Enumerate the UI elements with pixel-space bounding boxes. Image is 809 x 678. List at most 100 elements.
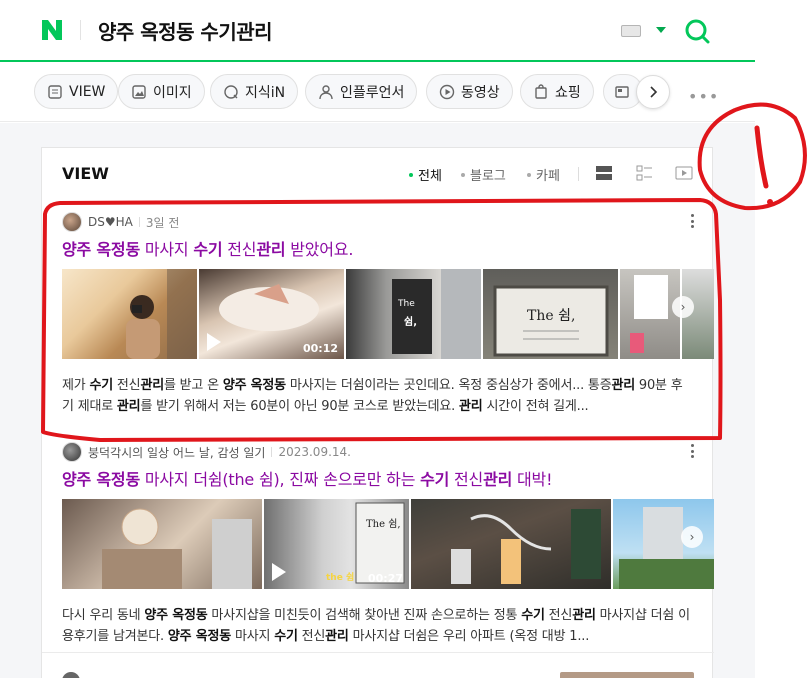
thumbnail-strip: The 쉼, the 쉼 00:27 [62, 499, 714, 589]
snippet-fragment: 제가 [62, 378, 90, 393]
more-options-icon[interactable] [690, 214, 694, 228]
title-fragment: 대박! [512, 470, 553, 489]
title-fragment: 양주 옥정동 [62, 240, 140, 259]
section-title: VIEW [62, 164, 109, 183]
naver-logo-icon[interactable] [40, 18, 64, 42]
snippet-fragment: 전신 [112, 378, 141, 393]
filter-label: 전체 [418, 169, 442, 184]
product-photo-icon [451, 509, 601, 584]
video-thumbnail[interactable]: The 쉼, the 쉼 00:27 [264, 499, 409, 589]
tab-label: 인플루언서 [340, 84, 405, 101]
shopping-bag-icon [535, 83, 547, 99]
filter-blog[interactable]: 블로그 [461, 165, 506, 184]
list-view-icon[interactable] [635, 164, 653, 182]
play-icon [439, 84, 455, 99]
search-header: 양주 옥정동 수기관리 [0, 0, 755, 62]
chevron-right-icon [650, 86, 658, 98]
filter-label: 카페 [536, 169, 560, 184]
avatar[interactable] [62, 672, 80, 678]
snippet-fragment: 시간이 전혀 길게... [482, 399, 589, 414]
thumbnail-strip: 00:12 The 쉼, The 쉼, [62, 269, 714, 359]
play-icon [272, 563, 286, 581]
post-title-link[interactable]: 양주 옥정동 마사지 더쉼(the 쉼), 진짜 손으로만 하는 수기 전신관리… [62, 466, 552, 490]
snippet-fragment: 마사지 [231, 629, 275, 644]
avatar[interactable] [62, 442, 82, 462]
filter-divider [578, 167, 579, 181]
snippet-fragment: 수기 [89, 378, 113, 393]
view-section-card: VIEW 전체 블로그 카페 DS♥HA 3일 전 양주 옥정동 마사지 수기 … [41, 147, 714, 678]
snippet-fragment: 양주 옥정동 [167, 629, 232, 644]
thumbnail-next-icon[interactable]: › [672, 296, 694, 318]
thumbnail-image[interactable] [62, 499, 262, 589]
filter-cafe[interactable]: 카페 [527, 165, 560, 184]
author-name[interactable]: DS♥HA [88, 215, 133, 229]
avatar[interactable] [62, 212, 82, 232]
more-tabs-icon[interactable]: ••• [688, 87, 719, 106]
search-icon[interactable] [684, 18, 710, 44]
menu-photo-icon [630, 275, 668, 353]
snippet-fragment: 다시 우리 동네 [62, 608, 145, 623]
post-item[interactable]: DS♥HA 3일 전 양주 옥정동 마사지 수기 전신관리 받았어요. 00:1… [62, 212, 714, 427]
tab-knowledge[interactable]: 지식iN [210, 74, 299, 109]
thumbnail-image[interactable] [620, 269, 680, 359]
view-icon [48, 84, 62, 99]
chevron-down-icon[interactable] [656, 27, 666, 33]
title-fragment: 전신 [222, 240, 257, 259]
tab-video[interactable]: 동영상 [426, 74, 513, 109]
tab-label: 지식iN [245, 84, 286, 101]
news-icon [615, 85, 629, 98]
exclamation-dot-annotation [767, 199, 773, 205]
post-time: 2023.09.14. [278, 445, 351, 459]
sign-text: The 쉼, [366, 519, 401, 530]
title-fragment: 마사지 더쉼(the 쉼), 진짜 손으로만 하는 [139, 470, 421, 489]
more-options-icon[interactable] [690, 444, 694, 458]
video-view-icon[interactable] [675, 164, 693, 182]
thumbnail-image[interactable]: The 쉼, [346, 269, 481, 359]
person-icon [319, 84, 333, 99]
video-duration: 00:12 [302, 342, 338, 355]
tab-label: VIEW [69, 83, 106, 100]
snippet-fragment: 관리 [459, 399, 483, 414]
keyboard-icon[interactable] [621, 25, 641, 37]
title-fragment: 관리 [483, 470, 513, 489]
snippet-fragment: 수기 [521, 608, 545, 623]
author-name[interactable]: 붕덕각시의 일상 어느 날, 감성 일기 [88, 444, 265, 461]
filter-all[interactable]: 전체 [409, 165, 442, 184]
post-time: 3일 전 [145, 215, 180, 230]
header-divider [80, 20, 81, 40]
tab-shopping[interactable]: 쇼핑 [520, 74, 594, 109]
search-tab-bar: VIEW 이미지 지식iN 인플루언서 동영상 쇼핑 ••• [0, 64, 755, 122]
board-text: The 쉼, [527, 308, 576, 324]
snippet-fragment: 전신 [544, 608, 573, 623]
sign-text: The [398, 299, 415, 309]
thumbnail-image[interactable] [411, 499, 611, 589]
tab-label: 동영상 [461, 84, 500, 101]
snippet-fragment: 마사지샵 더쉼은 우리 아파트 (옥정 대방 1... [348, 629, 590, 644]
tabs-next-button[interactable] [636, 75, 670, 109]
post-snippet[interactable]: 다시 우리 동네 양주 옥정동 마사지샵을 미친듯이 검색해 찾아낸 진짜 손으… [62, 605, 694, 647]
tab-influencer[interactable]: 인플루언서 [305, 74, 418, 109]
meta-divider [138, 217, 140, 227]
tab-view[interactable]: VIEW [34, 74, 119, 109]
video-caption: the 쉼 [326, 573, 355, 583]
title-fragment: 수기 [193, 240, 223, 259]
post-snippet[interactable]: 제가 수기 전신관리를 받고 온 양주 옥정동 마사지는 더쉼이라는 곳인데요.… [62, 375, 694, 417]
snippet-fragment: 를 받고 온 [163, 378, 223, 393]
title-fragment: 마사지 [139, 240, 194, 259]
post-title-link[interactable]: 양주 옥정동 마사지 수기 전신관리 받았어요. [62, 236, 353, 260]
thumbnail-image[interactable]: The 쉼, [483, 269, 618, 359]
thumbnail-next-icon[interactable]: › [681, 526, 703, 548]
search-query-text[interactable]: 양주 옥정동 수기관리 [98, 16, 273, 45]
snippet-fragment: 관리 [140, 378, 164, 393]
post-item[interactable]: 붕덕각시의 일상 어느 날, 감성 일기 2023.09.14. 양주 옥정동 … [62, 442, 714, 652]
video-thumbnail[interactable]: 00:12 [199, 269, 344, 359]
thumbnail-image[interactable] [560, 672, 694, 678]
person-photo-icon [126, 269, 197, 359]
meta-divider [271, 447, 273, 457]
snippet-fragment: 를 받기 위해서 저는 60분이 아닌 90분 코스로 받았는데요. [140, 399, 460, 414]
card-view-icon[interactable] [595, 164, 613, 182]
title-fragment: 양주 옥정동 [62, 470, 140, 489]
thumbnail-image[interactable] [62, 269, 197, 359]
tab-image[interactable]: 이미지 [118, 74, 205, 109]
exclamation-annotation [754, 125, 769, 189]
